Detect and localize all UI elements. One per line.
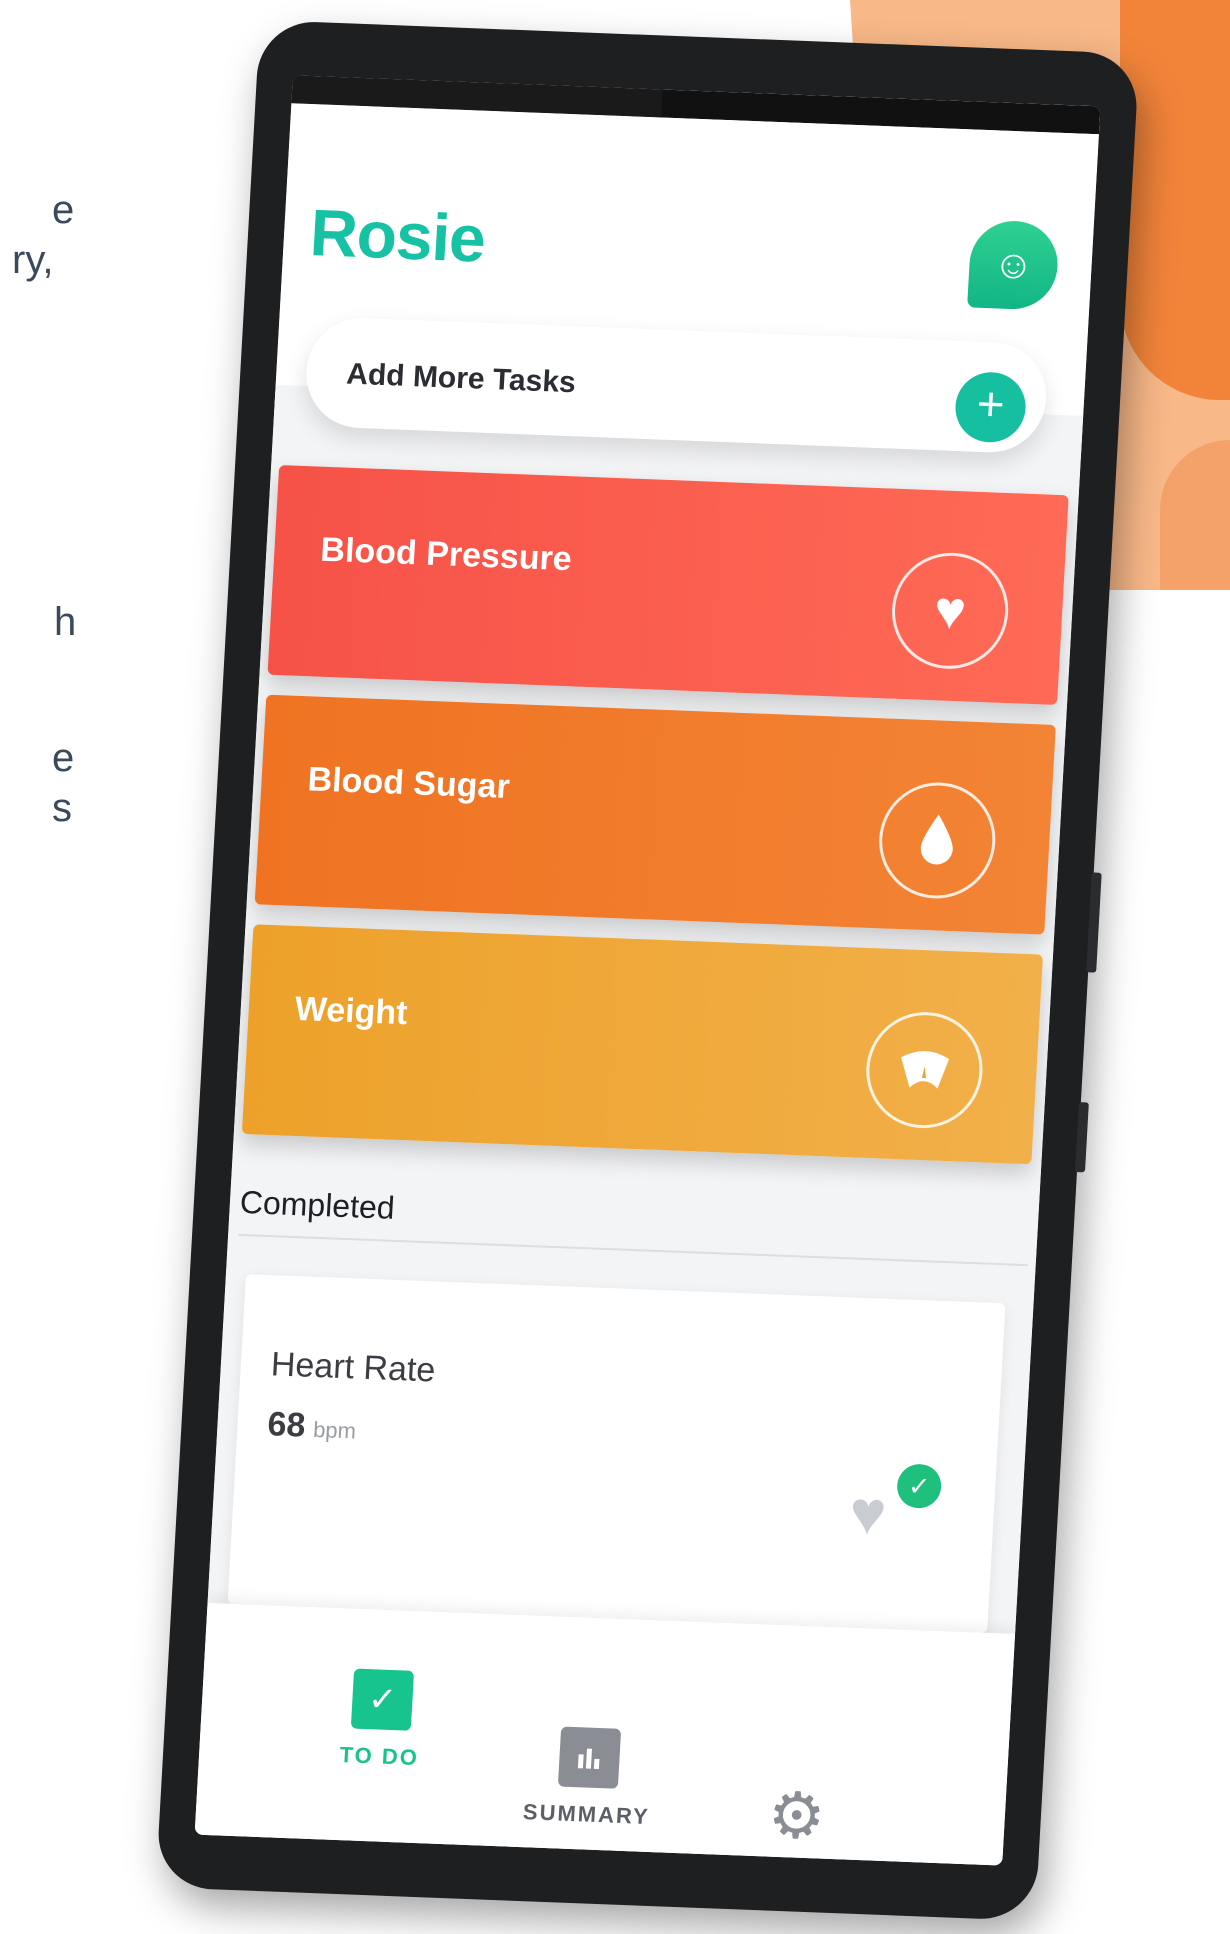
nav-label: SETTINGS <box>673 1855 914 1865</box>
tablet-device: Rosie ☺ Add More Tasks + Blood Pressure … <box>155 20 1140 1921</box>
nav-tab-settings[interactable]: ⚙ SETTINGS <box>673 1778 918 1865</box>
bar-chart-icon <box>557 1726 622 1789</box>
completed-card-heart-rate[interactable]: Heart Rate 68 bpm ♥ ✓ <box>227 1274 1006 1633</box>
app-screen: Rosie ☺ Add More Tasks + Blood Pressure … <box>194 75 1101 1866</box>
smile-chat-icon[interactable]: ☺ <box>967 219 1060 311</box>
completed-heading: Completed <box>238 1183 396 1226</box>
background-copy-text: e ry, h e s <box>0 0 120 1100</box>
plus-icon[interactable]: + <box>953 370 1028 444</box>
add-more-tasks-label: Add More Tasks <box>345 357 577 400</box>
task-label: Blood Sugar <box>306 760 511 807</box>
copy-fragment: e <box>52 736 75 780</box>
gear-icon: ⚙ <box>765 1778 828 1853</box>
copy-fragment: s <box>52 786 72 830</box>
clipboard-check-icon: ✓ <box>350 1668 415 1731</box>
bottom-nav: ✓ TO DO SUMMARY ⚙ SETTINGS <box>194 1602 1016 1866</box>
tablet-frame: Rosie ☺ Add More Tasks + Blood Pressure … <box>155 20 1140 1921</box>
volume-button <box>1086 872 1102 973</box>
rosie-logo: Rosie <box>308 195 487 276</box>
task-card-weight[interactable]: Weight <box>241 924 1044 1165</box>
check-icon: ✓ <box>895 1463 943 1509</box>
task-label: Blood Pressure <box>319 530 573 579</box>
heart-icon: ♥ <box>888 550 1012 671</box>
nav-tab-todo[interactable]: ✓ TO DO <box>259 1665 504 1774</box>
completed-value: 68 bpm <box>266 1405 357 1445</box>
task-card-blood-pressure[interactable]: Blood Pressure ♥ <box>267 464 1069 706</box>
task-label: Weight <box>293 989 409 1033</box>
copy-fragment: ry, <box>12 238 54 282</box>
nav-label: TO DO <box>338 1742 420 1771</box>
task-card-blood-sugar[interactable]: Blood Sugar <box>254 694 1056 935</box>
scale-icon <box>863 1009 986 1131</box>
nav-label: SUMMARY <box>522 1799 651 1829</box>
power-button <box>1074 1102 1089 1173</box>
nav-tab-summary[interactable]: SUMMARY <box>466 1723 711 1832</box>
copy-fragment: e <box>52 188 75 232</box>
completed-title: Heart Rate <box>269 1345 437 1390</box>
unit-label: bpm <box>312 1416 357 1444</box>
drop-icon <box>876 780 999 901</box>
copy-fragment: h <box>54 600 77 644</box>
